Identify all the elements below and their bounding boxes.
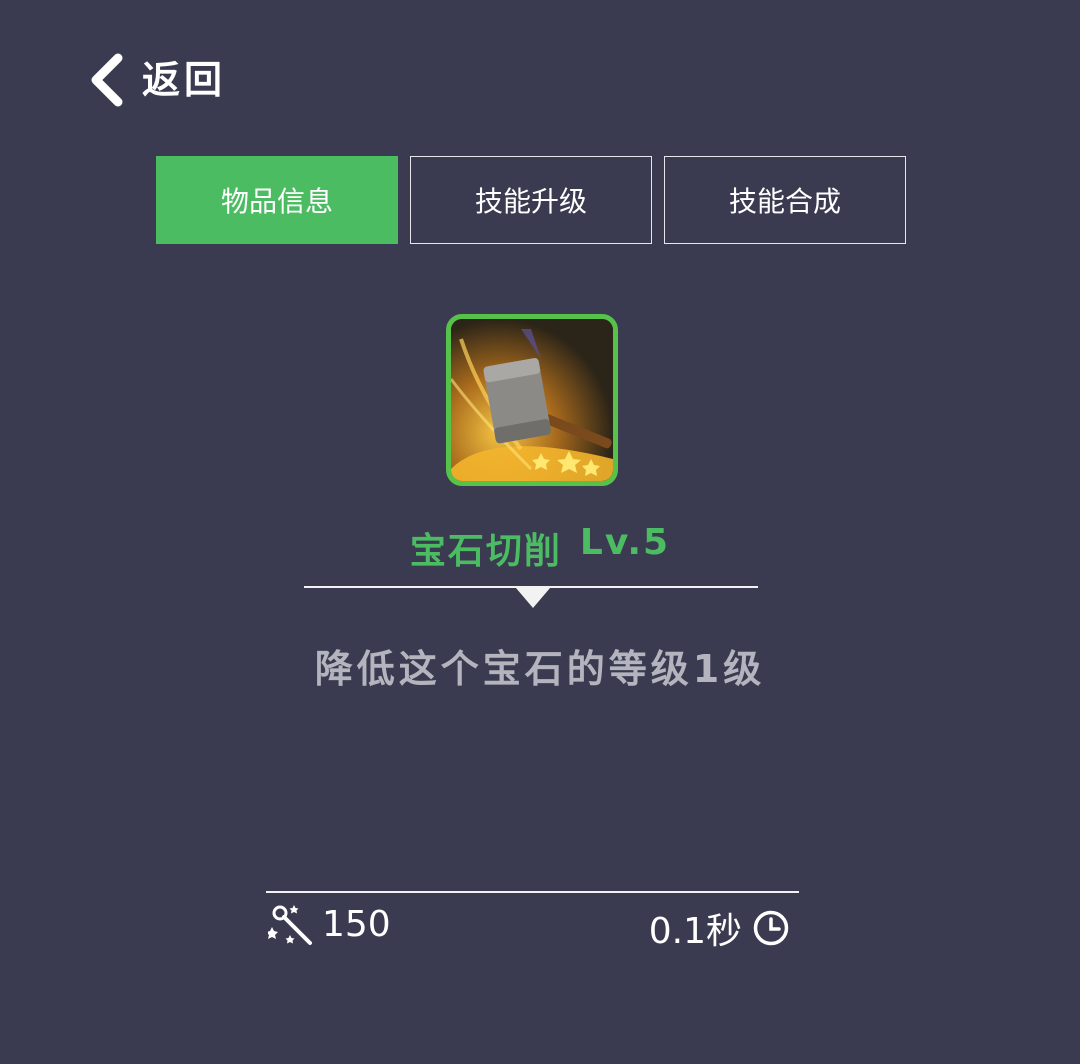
tab-item-info[interactable]: 物品信息 <box>156 156 398 244</box>
skill-name: 宝石切削 <box>409 531 562 572</box>
back-button[interactable]: 返回 <box>88 52 226 108</box>
skill-level: Lv.5 <box>579 522 671 563</box>
divider-pointer <box>516 588 550 608</box>
skill-cooldown: 0.1秒 <box>649 904 790 952</box>
cost-value: 150 <box>322 903 391 945</box>
skill-title: 宝石切削 Lv.5 <box>0 522 1080 574</box>
tab-skill-upgrade[interactable]: 技能升级 <box>410 156 652 244</box>
tab-label: 技能升级 <box>474 185 587 218</box>
divider <box>266 891 799 893</box>
chevron-left-icon <box>91 53 123 107</box>
skill-cost: 150 <box>268 900 391 948</box>
cooldown-value: 0.1秒 <box>648 911 742 952</box>
tab-label: 物品信息 <box>220 185 333 218</box>
back-label: 返回 <box>142 58 227 102</box>
tab-skill-synthesis[interactable]: 技能合成 <box>664 156 906 244</box>
hammer-skill-icon <box>446 314 618 486</box>
skill-description: 降低这个宝石的等级1级 <box>314 647 766 691</box>
magic-wand-icon <box>268 905 312 945</box>
tab-label: 技能合成 <box>728 185 841 218</box>
clock-icon <box>753 910 789 946</box>
